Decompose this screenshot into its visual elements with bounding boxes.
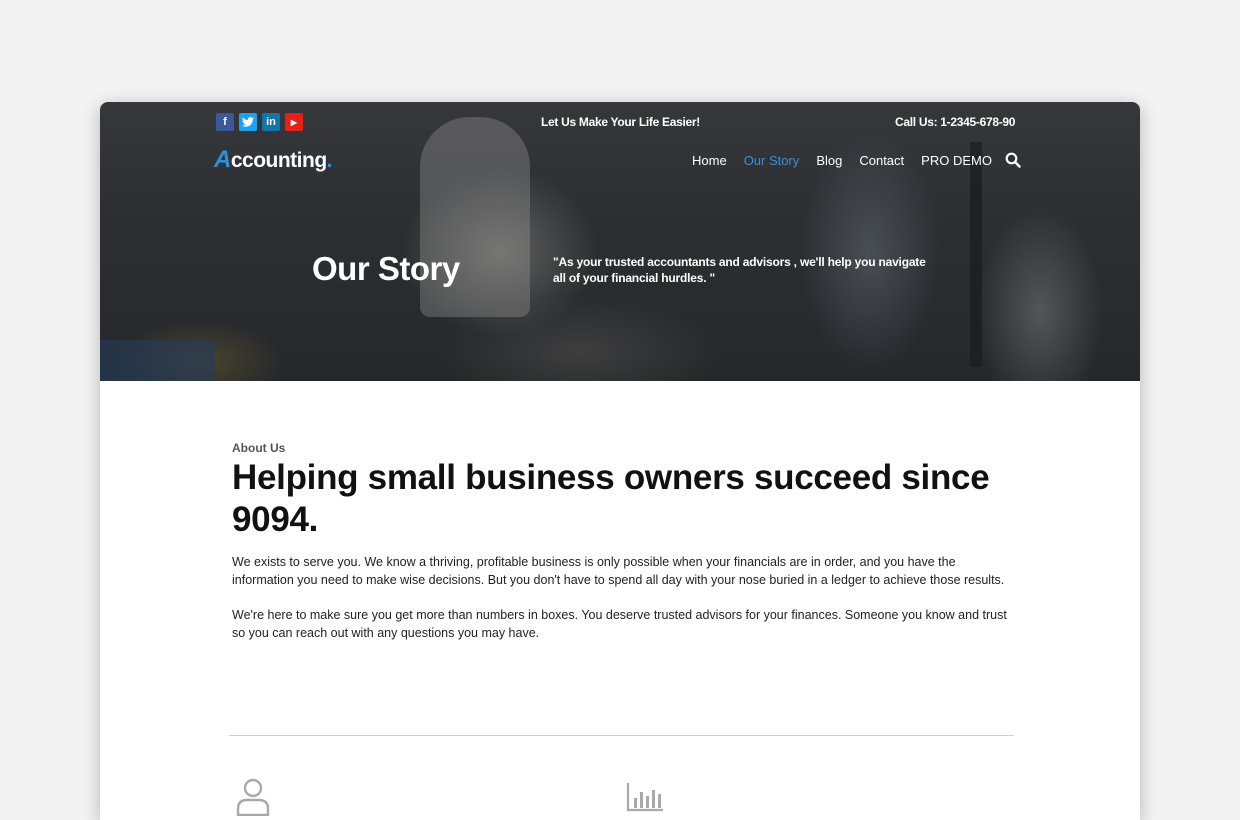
user-icon (236, 778, 270, 816)
site-logo[interactable]: Accounting. (214, 146, 333, 174)
top-bar: f in ▶ Let Us Make Your Life Easier! Cal… (100, 102, 1140, 142)
about-section: About Us Helping small business owners s… (232, 441, 1012, 659)
linkedin-icon[interactable]: in (262, 113, 280, 131)
tagline: Let Us Make Your Life Easier! (541, 115, 700, 129)
call-us-phone[interactable]: Call Us: 1-2345-678-90 (895, 115, 1015, 129)
hero-quote: "As your trusted accountants and advisor… (553, 255, 926, 285)
section-eyebrow: About Us (232, 441, 286, 455)
nav-item-home[interactable]: Home (692, 153, 727, 168)
about-paragraph-1: We exists to serve you. We know a thrivi… (232, 555, 1005, 587)
browser-frame: f in ▶ Let Us Make Your Life Easier! Cal… (100, 102, 1140, 820)
youtube-icon[interactable]: ▶ (285, 113, 303, 131)
twitter-icon[interactable] (239, 113, 257, 131)
logo-initial: A (214, 146, 231, 173)
search-icon[interactable] (1005, 152, 1021, 168)
nav-item-contact[interactable]: Contact (859, 153, 904, 168)
nav-item-blog[interactable]: Blog (816, 153, 842, 168)
facebook-icon[interactable]: f (216, 113, 234, 131)
main-nav: Home Our Story Blog Contact PRO DEMO (692, 153, 992, 168)
page-title: Our Story (312, 250, 460, 287)
nav-item-our-story[interactable]: Our Story (744, 153, 800, 168)
about-paragraph-2: We're here to make sure you get more tha… (232, 608, 1007, 640)
nav-item-pro-demo[interactable]: PRO DEMO (921, 153, 992, 168)
logo-text: ccounting (230, 149, 327, 172)
bar-chart-icon (626, 783, 663, 812)
section-divider (229, 735, 1014, 736)
hero-overlay (100, 102, 1140, 381)
social-links: f in ▶ (216, 113, 303, 131)
hero-banner: f in ▶ Let Us Make Your Life Easier! Cal… (100, 102, 1140, 381)
logo-dot: . (326, 149, 333, 172)
section-headline: Helping small business owners succeed si… (232, 458, 990, 539)
